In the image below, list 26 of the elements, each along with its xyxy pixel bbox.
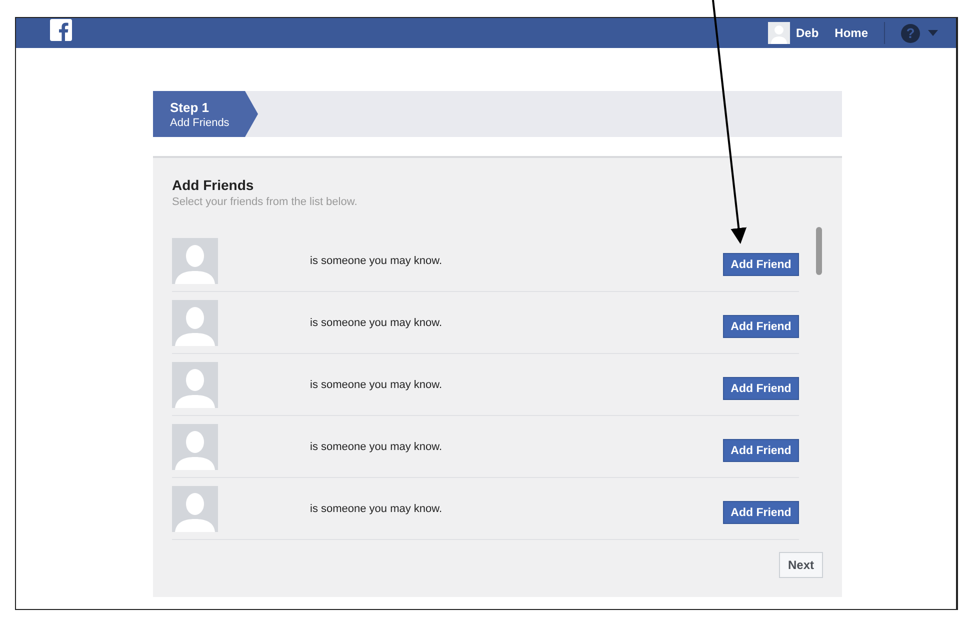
profile-avatar-icon xyxy=(172,486,218,532)
user-name-link[interactable]: Deb xyxy=(796,26,819,40)
profile-avatar-icon xyxy=(172,300,218,346)
step-label: Add Friends xyxy=(170,116,230,128)
add-friend-button[interactable]: Add Friend xyxy=(723,377,799,400)
suggestion-text: is someone you may know. xyxy=(310,316,444,328)
logo-icon[interactable] xyxy=(50,19,72,41)
profile-avatar-icon xyxy=(172,362,218,408)
next-button[interactable]: Next xyxy=(779,552,823,578)
step-number: Step 1 xyxy=(170,100,210,114)
user-avatar-icon[interactable] xyxy=(768,22,790,44)
profile-avatar-icon xyxy=(172,238,218,284)
add-friend-button[interactable]: Add Friend xyxy=(723,253,799,276)
suggestion-text: is someone you may know. xyxy=(310,502,444,514)
panel-subtitle: Select your friends from the list below. xyxy=(172,196,358,208)
scrollbar-thumb[interactable] xyxy=(816,227,822,275)
add-friend-button[interactable]: Add Friend xyxy=(723,315,799,338)
suggestion-text: is someone you may know. xyxy=(310,378,444,390)
suggestion-text: is someone you may know. xyxy=(310,254,444,266)
profile-avatar-icon xyxy=(172,424,218,470)
home-link[interactable]: Home xyxy=(834,26,868,40)
add-friend-button[interactable]: Add Friend xyxy=(723,501,799,524)
add-friend-button[interactable]: Add Friend xyxy=(723,439,799,462)
suggestion-text: is someone you may know. xyxy=(310,440,444,452)
panel-title: Add Friends xyxy=(172,177,255,193)
step-chevron[interactable]: Step 1 Add Friends xyxy=(153,91,258,137)
